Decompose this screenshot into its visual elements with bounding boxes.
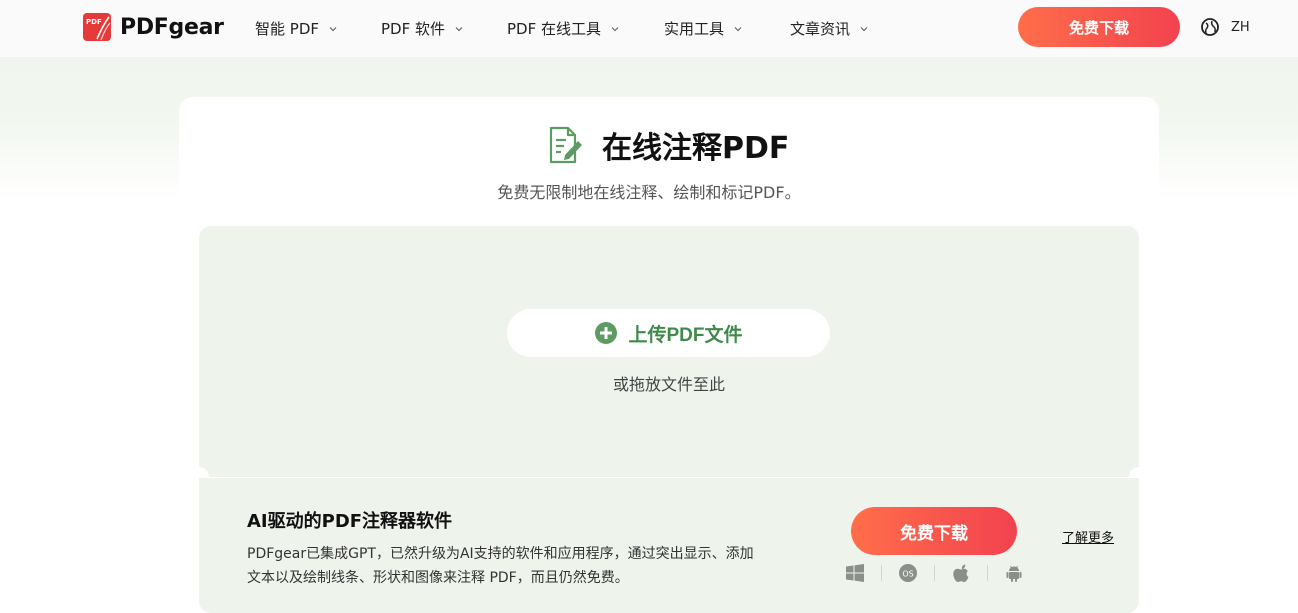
nav-pdf-software[interactable]: PDF 软件 <box>381 18 463 39</box>
nav-label: 智能 PDF <box>255 20 319 38</box>
windows-icon[interactable] <box>843 562 867 584</box>
nav-utilities[interactable]: 实用工具 <box>664 18 742 39</box>
platform-icons: OS <box>843 562 1026 584</box>
plus-circle-icon <box>595 322 618 344</box>
platform-separator <box>934 565 935 581</box>
macos-icon[interactable]: OS <box>896 562 920 584</box>
language-label: ZH <box>1231 19 1250 35</box>
promo-description: PDFgear已集成GPT，已然升级为AI支持的软件和应用程序，通过突出显示、添… <box>247 546 754 586</box>
nav-label: PDF 软件 <box>381 20 445 38</box>
nav-pdf-online-tools[interactable]: PDF 在线工具 <box>507 18 619 39</box>
nav-articles[interactable]: 文章资讯 <box>790 18 868 39</box>
svg-text:OS: OS <box>902 570 913 579</box>
learn-more-link[interactable]: 了解更多 <box>1062 527 1114 546</box>
platform-separator <box>881 565 882 581</box>
apple-icon[interactable] <box>949 562 973 584</box>
chevron-down-icon <box>734 26 742 31</box>
annotate-document-icon <box>549 126 582 164</box>
drop-hint: 或拖放文件至此 <box>612 375 725 394</box>
android-icon[interactable] <box>1002 562 1026 584</box>
download-button-promo[interactable]: 免费下载 <box>851 507 1017 555</box>
page-title: 在线注释PDF <box>602 131 790 166</box>
promo-title: AI驱动的PDF注释器软件 <box>247 511 453 532</box>
upload-pdf-button[interactable]: 上传PDF文件 <box>507 309 830 357</box>
page-subtitle: 免费无限制地在线注释、绘制和标记PDF。 <box>497 183 801 202</box>
pdfgear-logo-icon: PDF <box>83 13 111 41</box>
nav-label: 文章资讯 <box>790 20 851 38</box>
nav-label: PDF 在线工具 <box>507 20 601 38</box>
chevron-down-icon <box>611 26 619 31</box>
globe-icon <box>1201 18 1219 36</box>
top-navbar: PDF PDFgear 智能 PDF PDF 软件 PDF 在线工具 实用工具 … <box>0 0 1298 57</box>
platform-separator <box>987 565 988 581</box>
chevron-down-icon <box>329 26 337 31</box>
nav-label: 实用工具 <box>664 20 725 38</box>
chevron-down-icon <box>455 26 463 31</box>
brand-name: PDFgear <box>120 14 224 40</box>
download-button-header[interactable]: 免费下载 <box>1018 7 1180 47</box>
page-heading: 在线注释PDF <box>546 123 789 167</box>
chevron-down-icon <box>860 26 868 31</box>
brand-logo[interactable]: PDF PDFgear <box>83 13 224 41</box>
upload-label: 上传PDF文件 <box>628 324 743 346</box>
nav-smart-pdf[interactable]: 智能 PDF <box>255 18 337 39</box>
language-switcher[interactable]: ZH <box>1200 17 1250 37</box>
